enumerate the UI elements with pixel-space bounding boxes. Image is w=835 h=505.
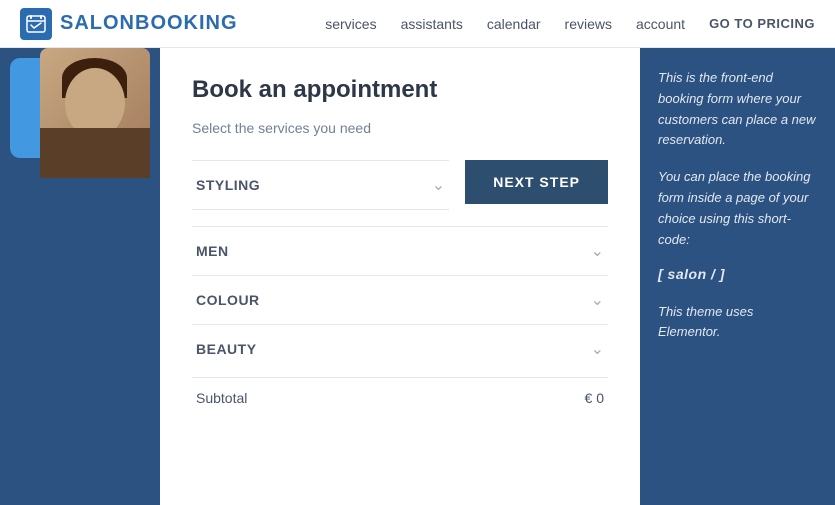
chevron-down-icon-beauty: ⌄ <box>591 339 604 359</box>
nav-reviews[interactable]: reviews <box>565 16 612 32</box>
info-panel: This is the front-end booking form where… <box>640 48 835 505</box>
logo-area: SALONBOOKING <box>20 8 238 40</box>
service-row-beauty[interactable]: BEAUTY ⌄ <box>192 324 608 373</box>
service-row-colour[interactable]: COLOUR ⌄ <box>192 275 608 324</box>
service-label-men: MEN <box>196 243 229 259</box>
nav-assistants[interactable]: assistants <box>401 16 463 32</box>
nav-account[interactable]: account <box>636 16 685 32</box>
content-area: Book an appointment Select the services … <box>0 48 835 505</box>
arm <box>40 128 150 178</box>
info-text-2: You can place the booking form inside a … <box>658 167 817 250</box>
booking-title: Book an appointment <box>192 76 608 104</box>
service-label-styling: STYLING <box>196 177 260 193</box>
next-step-button[interactable]: NEXT STEP <box>465 160 608 204</box>
chevron-down-icon-colour: ⌄ <box>591 290 604 310</box>
service-label-colour: COLOUR <box>196 292 260 308</box>
booking-panel: Book an appointment Select the services … <box>160 48 640 505</box>
info-footer: This theme uses Elementor. <box>658 302 817 341</box>
info-shortcode: [ salon / ] <box>658 266 817 282</box>
main-nav: services assistants calendar reviews acc… <box>325 16 815 32</box>
nav-pricing[interactable]: GO TO PRICING <box>709 16 815 31</box>
info-text-1: This is the front-end booking form where… <box>658 68 817 151</box>
nav-services[interactable]: services <box>325 16 376 32</box>
subtotal-value: € 0 <box>585 390 604 406</box>
booking-subtitle: Select the services you need <box>192 120 608 136</box>
person-silhouette <box>40 48 150 178</box>
logo-icon <box>20 8 52 40</box>
hero-section <box>0 48 160 505</box>
action-row: STYLING ⌄ NEXT STEP <box>192 160 608 210</box>
subtotal-label: Subtotal <box>196 390 247 406</box>
service-row-men[interactable]: MEN ⌄ <box>192 226 608 275</box>
chevron-down-icon: ⌄ <box>432 175 445 195</box>
subtotal-row: Subtotal € 0 <box>192 377 608 406</box>
header: SALONBOOKING services assistants calenda… <box>0 0 835 48</box>
service-row-styling[interactable]: STYLING ⌄ <box>192 160 449 210</box>
service-label-beauty: BEAUTY <box>196 341 257 357</box>
logo-text: SALONBOOKING <box>60 12 238 35</box>
nav-calendar[interactable]: calendar <box>487 16 541 32</box>
chevron-down-icon-men: ⌄ <box>591 241 604 261</box>
hero-image <box>0 48 160 178</box>
services-dropdown-area: STYLING ⌄ <box>192 160 449 210</box>
